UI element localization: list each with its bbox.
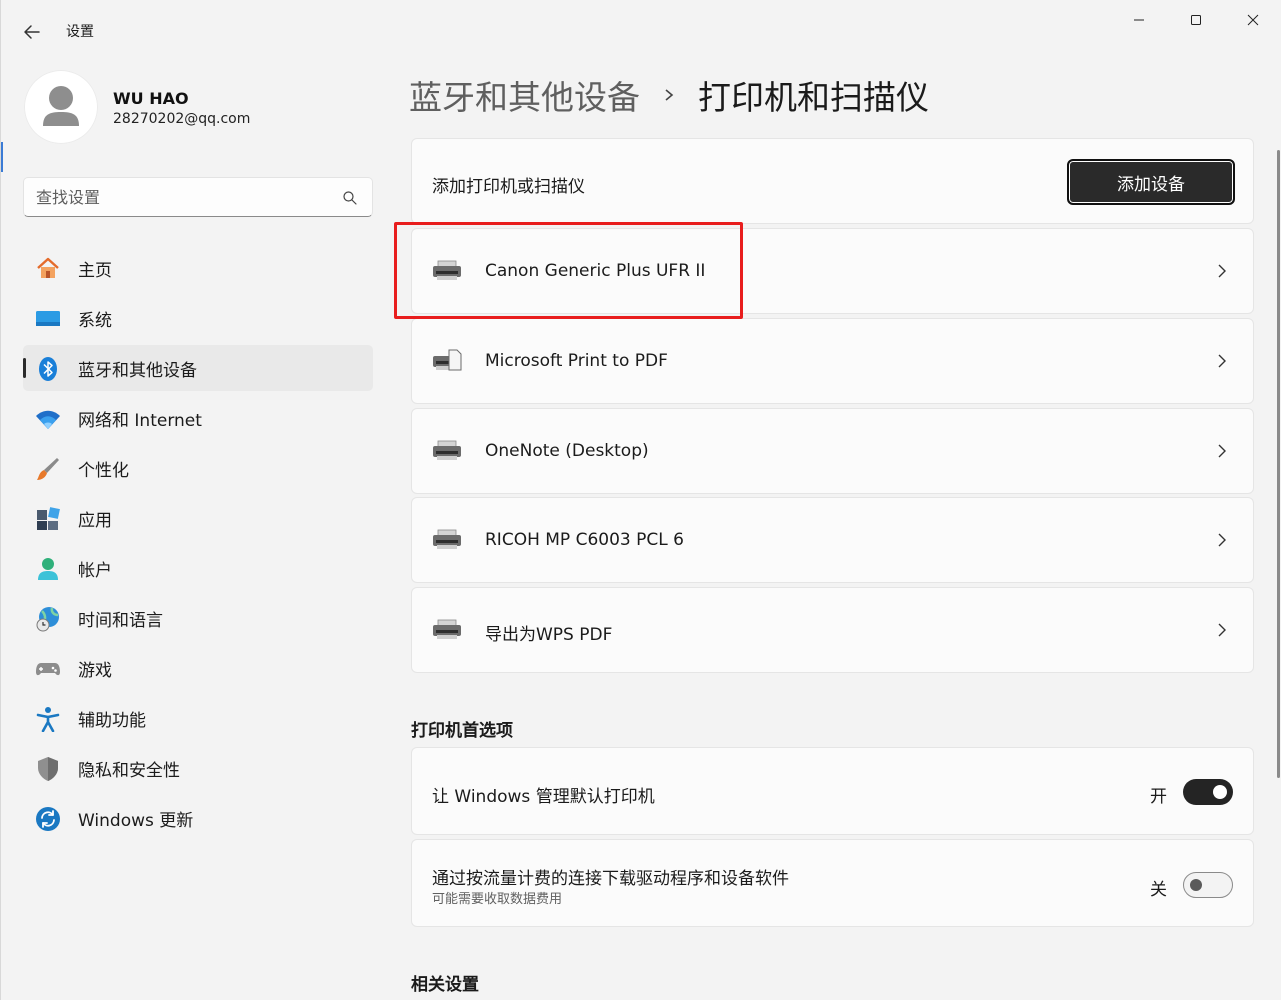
printer-name: 导出为WPS PDF [485,625,613,645]
sidebar-item-windows-update[interactable]: Windows 更新 [23,795,373,841]
setting-sublabel: 可能需要收取数据费用 [432,892,563,907]
search-box[interactable] [23,177,373,217]
sidebar-nav: 主页 系统 蓝牙和其他设备 网络和 Internet 个性化 应用 帐户 时间和… [23,245,373,845]
sidebar-item-network[interactable]: 网络和 Internet [23,395,373,441]
update-icon [36,807,60,831]
sidebar-item-accounts[interactable]: 帐户 [23,545,373,591]
shield-icon [38,757,58,781]
sidebar-item-bluetooth[interactable]: 蓝牙和其他设备 [23,345,373,391]
avatar[interactable] [24,70,98,144]
chevron-right-icon [1218,354,1226,368]
sidebar-item-label: 主页 [78,260,112,281]
bluetooth-icon [39,357,57,381]
chevron-right-icon [1218,623,1226,637]
search-input[interactable] [36,178,336,216]
sidebar-item-label: 游戏 [78,660,112,681]
brush-icon [37,458,59,480]
title-bar: 设置 [1,0,1281,60]
default-printer-toggle[interactable] [1183,779,1233,805]
sidebar-item-personalization[interactable]: 个性化 [23,445,373,491]
sidebar-item-label: 应用 [78,510,112,531]
printer-row-ricoh[interactable]: RICOH MP C6003 PCL 6 [411,497,1254,583]
minimize-button[interactable] [1116,6,1162,34]
sidebar-item-home[interactable]: 主页 [23,245,373,291]
sidebar-item-label: 帐户 [78,560,112,581]
window-edge-accent [1,142,3,172]
breadcrumb-parent[interactable]: 蓝牙和其他设备 [409,71,640,119]
printer-row-wps-pdf[interactable]: 导出为WPS PDF [411,587,1254,673]
page-title: 打印机和扫描仪 [698,78,929,117]
metered-download-setting: 通过按流量计费的连接下载驱动程序和设备软件 可能需要收取数据费用 关 [411,839,1254,927]
globe-clock-icon [36,607,59,632]
search-icon[interactable] [342,190,358,206]
sidebar-item-label: 个性化 [78,460,129,481]
setting-label: 通过按流量计费的连接下载驱动程序和设备软件 [432,869,789,889]
sidebar-item-gaming[interactable]: 游戏 [23,645,373,691]
chevron-right-icon [1218,264,1226,278]
home-icon [37,257,59,278]
close-button[interactable] [1230,6,1276,34]
toggle-knob [1213,785,1227,799]
breadcrumb: 蓝牙和其他设备 打印机和扫描仪 [409,72,929,118]
preferences-title: 打印机首选项 [411,721,513,741]
app-title: 设置 [66,24,94,40]
sidebar-item-label: 蓝牙和其他设备 [78,360,197,381]
wifi-icon [36,410,60,429]
printer-icon [433,260,461,280]
chevron-right-icon [1218,533,1226,547]
back-arrow-icon [24,25,40,39]
pdf-printer-icon [433,349,462,371]
back-button[interactable] [19,20,47,44]
related-settings-title: 相关设置 [411,975,479,995]
sidebar-item-accessibility[interactable]: 辅助功能 [23,695,373,741]
close-icon [1247,14,1259,26]
user-icon [43,86,79,126]
sidebar-item-label: 系统 [78,310,112,331]
printer-icon [433,619,461,639]
minimize-icon [1134,19,1144,21]
printer-name: Canon Generic Plus UFR II [485,261,706,281]
chevron-right-icon [1218,444,1226,458]
toggle-state-label: 关 [1150,880,1167,900]
sidebar-item-apps[interactable]: 应用 [23,495,373,541]
sidebar-item-time-language[interactable]: 时间和语言 [23,595,373,641]
maximize-icon [1191,15,1201,25]
printer-name: OneNote (Desktop) [485,441,649,461]
sidebar-item-label: 时间和语言 [78,610,163,631]
add-printer-card: 添加打印机或扫描仪 添加设备 [411,138,1254,224]
scrollbar[interactable] [1277,150,1280,778]
sidebar-item-label: Windows 更新 [78,810,194,831]
gamepad-icon [36,663,60,676]
add-printer-label: 添加打印机或扫描仪 [432,177,585,197]
sidebar-item-label: 网络和 Internet [78,410,202,431]
printer-name: RICOH MP C6003 PCL 6 [485,530,684,550]
toggle-state-label: 开 [1150,787,1167,807]
printer-row-microsoft-pdf[interactable]: Microsoft Print to PDF [411,318,1254,404]
printer-row-canon[interactable]: Canon Generic Plus UFR II [411,228,1254,314]
account-icon [38,558,58,580]
chevron-right-icon [665,89,674,101]
metered-download-toggle[interactable] [1183,872,1233,898]
add-device-button[interactable]: 添加设备 [1067,159,1235,205]
sidebar-item-label: 辅助功能 [78,710,146,731]
accessibility-icon [36,707,60,732]
printer-icon [433,440,461,460]
profile-email: 28270202@qq.com [113,111,251,127]
apps-icon [37,507,60,530]
system-icon [36,311,60,326]
sidebar-item-system[interactable]: 系统 [23,295,373,341]
printer-icon [433,529,461,549]
printer-row-onenote[interactable]: OneNote (Desktop) [411,408,1254,494]
sidebar-item-label: 隐私和安全性 [78,760,180,781]
default-printer-setting: 让 Windows 管理默认打印机 开 [411,747,1254,835]
setting-label: 让 Windows 管理默认打印机 [432,787,655,807]
toggle-knob [1190,879,1202,891]
profile-name: WU HAO [113,89,189,108]
printer-name: Microsoft Print to PDF [485,351,668,371]
maximize-button[interactable] [1173,6,1219,34]
sidebar-item-privacy[interactable]: 隐私和安全性 [23,745,373,791]
